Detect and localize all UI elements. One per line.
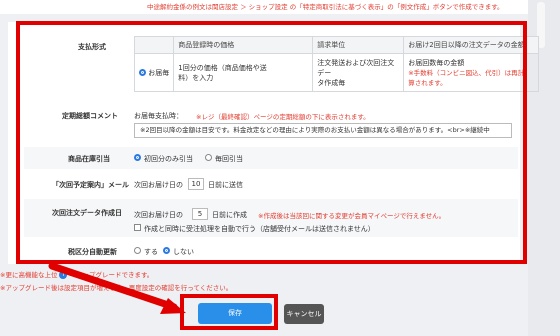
- auto-process-label: 作成と同時に受注処理を自動で行う（店舗受付メールは送信されません）: [144, 225, 375, 233]
- table-row: お届毎 1回分の価格（商品価格や送 料）を入力 注文発送および次回注文デー タ作…: [133, 53, 540, 92]
- next-order-prefix: 次回お届け日の: [134, 211, 183, 219]
- tax-option-no: しない: [173, 248, 194, 256]
- next-mail-label: 「次回予定案内」メール: [52, 181, 129, 189]
- top-note: 中途解約金係の例文は関店設定 ＞ ショップ設定 の「特定商取引法に基づく表示」の…: [147, 3, 504, 11]
- billing-text-line1: 注文発送および次回注文デー: [317, 58, 395, 77]
- amount-note-line2: 算されます。: [408, 78, 447, 87]
- next-mail-days-input[interactable]: 10: [188, 178, 204, 190]
- payment-table: 商品登録時の価格 請求単位 お届け2回目以降の注文データの金額 お届毎 1回分の…: [133, 36, 540, 92]
- next-mail-prefix: 次回お届け日の: [134, 181, 183, 189]
- footer-note-2: ※アップグレード後は設定項目が増える為、再度設定の確認を行ってください。: [0, 284, 233, 292]
- footer-note-1a: ※更に高機能な上位: [0, 271, 58, 279]
- comment-note: ※レジ（最終確認）ページの定期総額の下に表示されます。: [196, 113, 370, 121]
- amount-cell: お届回数毎の金額 ※手数料（コンビニ図込、代引）は再計 算されます。: [403, 53, 540, 92]
- payment-table-header: 商品登録時の価格 請求単位 お届け2回目以降の注文データの金額: [133, 36, 540, 54]
- payment-label: 支払形式: [78, 43, 106, 51]
- next-order-note: ※作成後は当該回に関する変更が会員マイページで行えません。: [258, 212, 446, 220]
- comment-input[interactable]: ※2回目以降の金額は目安です。料金改定などの理由により実際のお支払い金額は異なる…: [134, 123, 512, 138]
- stock-radio-every[interactable]: [205, 154, 212, 161]
- payment-option-cell[interactable]: お届毎: [133, 53, 175, 92]
- footer-note-1: ※更に高機能な上位 i へアップグレードできます。: [0, 269, 153, 279]
- tax-label: 税区分自動更新: [68, 248, 117, 256]
- next-mail-suffix: 日前に送信: [208, 181, 243, 189]
- next-order-label: 次回注文データ作成日: [52, 209, 122, 217]
- table-header-amount: お届け2回目以降の注文データの金額: [403, 36, 540, 54]
- billing-text-line2: タ作成毎: [317, 78, 346, 87]
- next-order-days-input[interactable]: 5: [192, 208, 208, 220]
- info-icon[interactable]: i: [59, 271, 68, 279]
- stock-label: 商品在庫引当: [68, 155, 110, 163]
- stock-option-every: 毎回引当: [215, 155, 243, 163]
- top-panel: 中途解約金係の例文は関店設定 ＞ ショップ設定 の「特定商取引法に基づく表示」の…: [0, 0, 528, 14]
- tax-option-yes: する: [144, 248, 158, 256]
- next-order-suffix: 日前に作成: [212, 211, 247, 219]
- table-header-billing: 請求単位: [312, 36, 405, 54]
- stock-option-first: 初回分のみ引当: [144, 155, 193, 163]
- table-header-blank: [133, 36, 175, 54]
- cancel-button[interactable]: キャンセル: [284, 304, 324, 324]
- save-button[interactable]: 保存: [198, 303, 272, 324]
- tax-radio-no[interactable]: [163, 247, 170, 254]
- payment-option-label: お届毎: [148, 68, 170, 77]
- billing-cell: 注文発送および次回注文デー タ作成毎: [312, 53, 405, 92]
- auto-process-checkbox[interactable]: [134, 224, 141, 231]
- tax-radio-yes[interactable]: [134, 247, 141, 254]
- footer-note-1b: へアップグレードできます。: [69, 271, 154, 279]
- price-text-line1: 1回分の価格（商品価格や送: [178, 63, 267, 72]
- amount-text: お届回数毎の金額: [408, 58, 465, 67]
- stock-radio-first[interactable]: [134, 154, 141, 161]
- comment-label: 定期総額コメント: [62, 112, 118, 120]
- amount-note-line1: ※手数料（コンビニ図込、代引）は再計: [408, 68, 525, 77]
- price-text-line2: 料）を入力: [178, 73, 214, 82]
- comment-prefix: お届毎支払時：: [134, 112, 183, 120]
- table-header-price: 商品登録時の価格: [173, 36, 314, 54]
- payment-radio-selected[interactable]: [139, 69, 146, 76]
- price-cell: 1回分の価格（商品価格や送 料）を入力: [173, 53, 314, 92]
